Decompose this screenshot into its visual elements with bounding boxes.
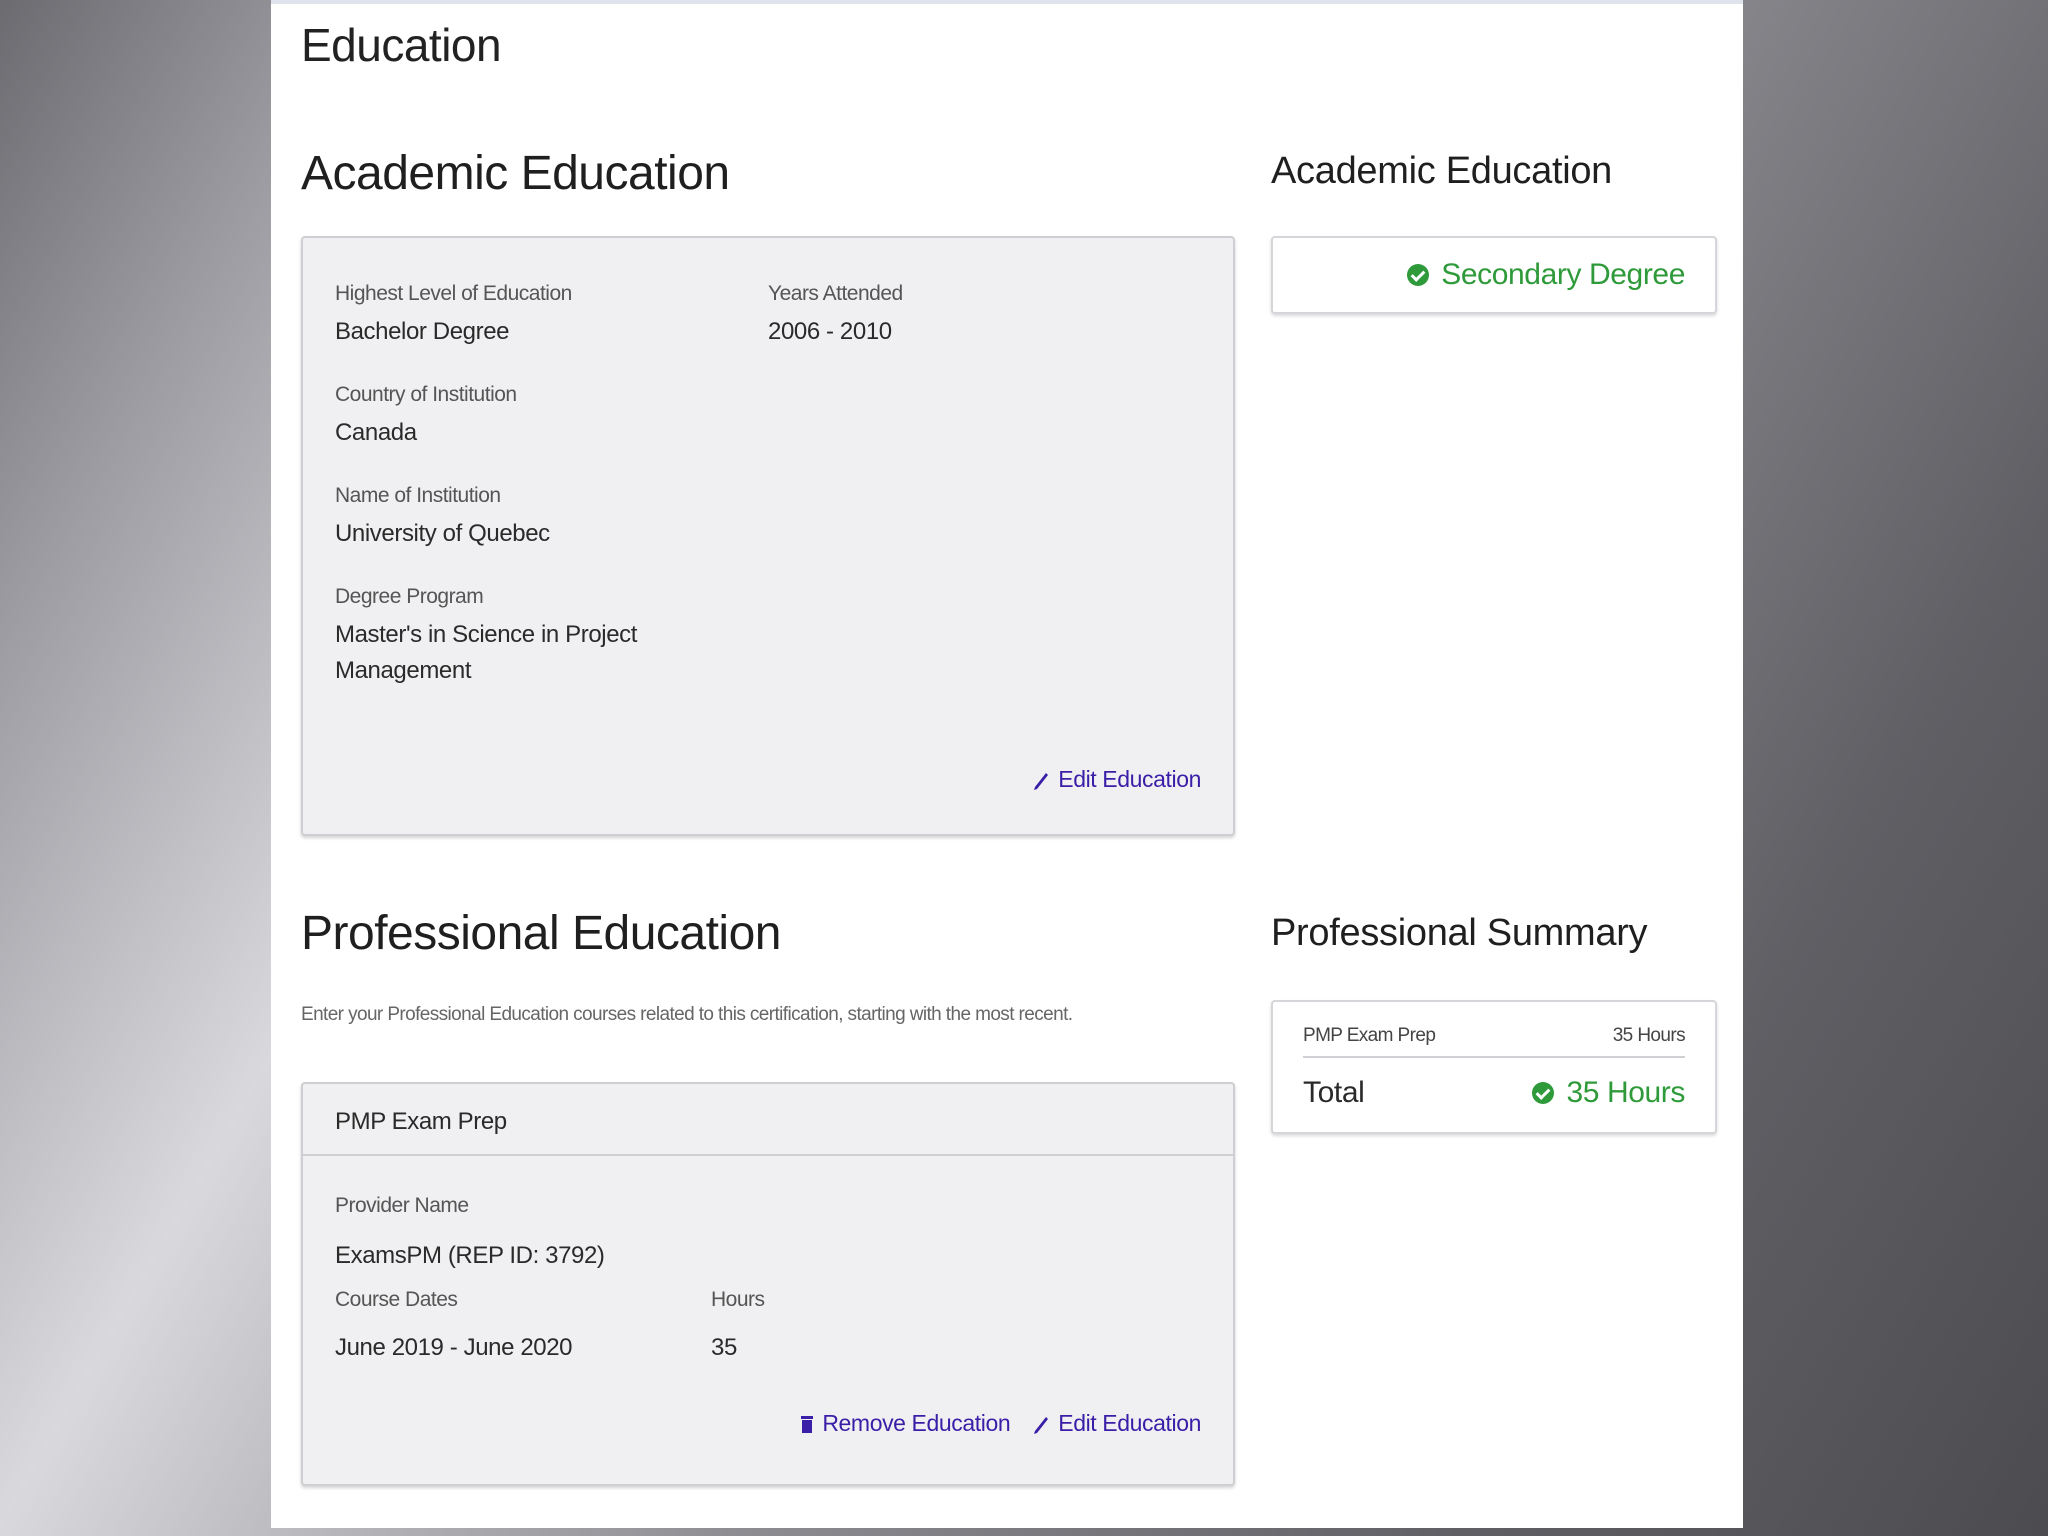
course-card-header: PMP Exam Prep [303,1084,1233,1156]
edit-professional-education-button[interactable]: Edit Education [1032,1410,1201,1437]
country-value: Canada [335,419,417,446]
summary-row-hours: 35 Hours [1612,1025,1686,1046]
course-dates-value: June 2019 - June 2020 [335,1334,573,1361]
academic-status: Secondary Degree [1407,258,1685,292]
edit-academic-education-label: Edit Education [1058,766,1201,792]
professional-course-card: PMP Exam Prep Provider Name ExamsPM (REP… [301,1082,1235,1486]
course-title: PMP Exam Prep [335,1108,507,1135]
highest-level-label: Highest Level of Education [335,282,572,305]
summary-row: PMP Exam Prep 35 Hours [1303,1016,1686,1058]
pencil-icon [1034,772,1049,790]
edit-professional-education-label: Edit Education [1058,1410,1201,1436]
professional-summary-heading: Professional Summary [1271,912,1648,954]
remove-education-button[interactable]: Remove Education [800,1410,1011,1437]
degree-program-value-line2: Management [335,657,472,684]
check-circle-icon [1532,1082,1555,1104]
academic-education-heading: Academic Education [301,147,730,200]
professional-education-description: Enter your Professional Education course… [301,1004,1073,1025]
summary-total: 35 Hours [1532,1076,1685,1110]
course-actions: Remove Education Edit Education [800,1410,1201,1437]
remove-education-label: Remove Education [822,1410,1011,1436]
institution-label: Name of Institution [335,484,501,507]
trash-icon [801,1415,814,1433]
pencil-icon [1034,1416,1049,1434]
edit-academic-education-button[interactable]: Edit Education [1032,766,1201,793]
years-attended-value: 2006 - 2010 [768,318,892,345]
check-circle-icon [1407,264,1430,286]
summary-total-value: 35 Hours [1566,1076,1685,1109]
summary-total-label: Total [1303,1076,1365,1109]
degree-program-label: Degree Program [335,585,484,608]
highest-level-value: Bachelor Degree [335,318,510,345]
summary-row-name: PMP Exam Prep [1303,1025,1436,1046]
degree-program-value-line1: Master's in Science in Project [335,621,638,648]
academic-education-card: Highest Level of Education Bachelor Degr… [301,236,1235,836]
academic-summary-box: Secondary Degree [1271,236,1717,314]
academic-summary-heading: Academic Education [1271,150,1613,192]
academic-status-text: Secondary Degree [1441,258,1685,291]
hours-label: Hours [711,1288,765,1311]
summary-total-row: Total 35 Hours [1303,1076,1685,1110]
page-title: Education [301,19,502,71]
country-label: Country of Institution [335,383,517,406]
professional-education-heading: Professional Education [301,907,781,960]
provider-name-label: Provider Name [335,1194,469,1217]
institution-value: University of Quebec [335,520,550,547]
years-attended-label: Years Attended [768,282,903,305]
hours-value: 35 [711,1334,737,1361]
professional-summary-box: PMP Exam Prep 35 Hours Total 35 Hours [1271,1000,1717,1134]
course-dates-label: Course Dates [335,1288,458,1311]
education-page: Education Academic Education Highest Lev… [271,0,1743,1528]
provider-name-value: ExamsPM (REP ID: 3792) [335,1242,605,1269]
